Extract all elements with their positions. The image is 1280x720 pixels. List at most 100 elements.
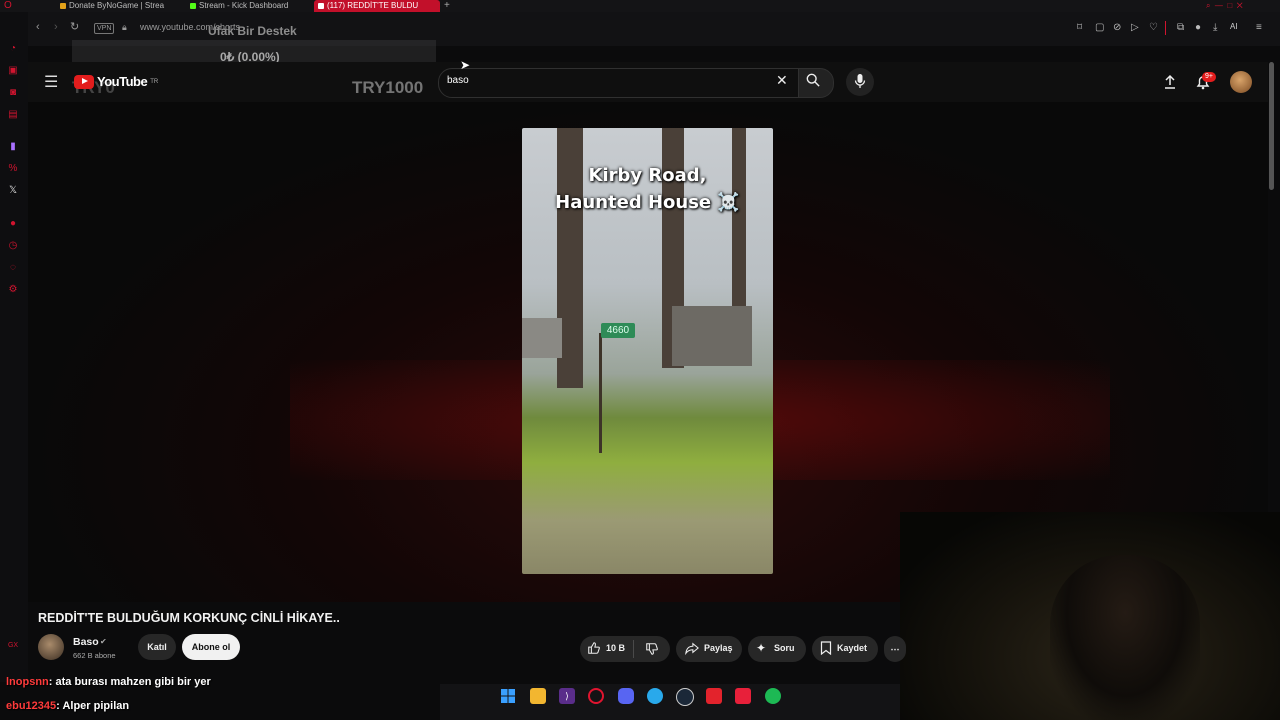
search-icon[interactable] [806, 73, 820, 87]
steam-icon[interactable] [676, 688, 694, 706]
hamburger-menu-icon[interactable]: ☰ [44, 72, 58, 92]
ai-button[interactable]: AI [1230, 22, 1238, 31]
haunted-house [672, 306, 752, 366]
back-icon[interactable]: ‹ [36, 20, 40, 34]
ask-label[interactable]: Soru [774, 643, 795, 653]
chat-username: ebu12345 [6, 700, 57, 712]
download-icon[interactable]: ⤓ [1213, 22, 1217, 33]
chat-username: lnopsnn [6, 676, 49, 688]
donation-goal-max: TRY1000 [352, 78, 424, 97]
search-input[interactable] [438, 68, 800, 98]
tab-label: Stream - Kick Dashboard [199, 1, 289, 10]
browser-tab-donate[interactable]: Donate ByNoGame | Strea [60, 0, 178, 12]
thumbs-up-icon[interactable] [587, 641, 601, 655]
search-input-value[interactable]: baso [447, 75, 469, 86]
video-caption: Kirby Road, Haunted House ☠️ [522, 162, 773, 216]
windows-start-icon[interactable] [500, 688, 516, 704]
more-actions-button[interactable]: ⋯ [884, 636, 906, 662]
toolbar-divider [1165, 21, 1166, 35]
visual-studio-icon[interactable]: ⟩ [559, 688, 575, 704]
heart-icon[interactable]: ♡ [1149, 22, 1158, 33]
music-icon[interactable]: ● [7, 218, 19, 230]
forward-icon[interactable]: › [54, 20, 58, 34]
adblock-icon[interactable]: ⊘ [1113, 22, 1121, 33]
youtube-logo[interactable]: YouTube TR [74, 74, 158, 89]
x-twitter-icon[interactable]: 𝕏 [7, 185, 19, 197]
sparkle-icon: ✦ [756, 641, 767, 655]
opera-gx-icon[interactable] [588, 688, 604, 704]
microphone-icon[interactable] [853, 73, 867, 89]
channel-name[interactable]: Baso [73, 636, 99, 648]
sign-pole [599, 333, 602, 453]
file-explorer-icon[interactable] [530, 688, 546, 704]
house-number-sign: 4660 [601, 323, 635, 338]
thumbs-down-icon[interactable] [645, 642, 659, 656]
chat-message: lnopsnn: ata burası mahzen gibi bir yer [6, 676, 211, 688]
region-code: TR [150, 78, 159, 85]
bag-icon[interactable]: ▣ [7, 65, 19, 77]
caption-line: Haunted House ☠️ [555, 192, 740, 213]
account-avatar[interactable] [1230, 71, 1252, 93]
verified-icon: ✔ [100, 637, 107, 646]
messenger-icon[interactable]: ◙ [7, 87, 19, 99]
discord-icon[interactable] [618, 688, 634, 704]
extensions-icon[interactable]: ⧉ [1177, 22, 1184, 33]
chat-text: : Alper pipilan [56, 700, 130, 712]
subscriber-count: 662 B abone [73, 651, 116, 660]
snapshot-icon[interactable]: ▢ [1095, 22, 1104, 33]
video-title: REDDİT'TE BULDUĞUM KORKUNÇ CİNLİ HİKAYE.… [38, 611, 340, 625]
youtube-play-icon [74, 74, 94, 89]
spotify-icon[interactable] [765, 688, 781, 704]
background-house [522, 318, 562, 358]
browser-tab-kick[interactable]: Stream - Kick Dashboard [190, 0, 302, 12]
tab-favicon [60, 3, 66, 9]
chat-message: ebu12345: Alper pipilan [6, 700, 129, 712]
window-controls[interactable]: ⌕ — □ ✕ [1206, 0, 1243, 12]
tab-label: Donate ByNoGame | Strea [69, 1, 165, 10]
bookmark-save-icon [820, 641, 832, 655]
valorant-icon[interactable] [735, 688, 751, 704]
streamer-silhouette [1050, 555, 1200, 720]
like-count[interactable]: 10 B [606, 643, 625, 653]
vpn-badge[interactable]: VPN [94, 23, 115, 34]
caption-line: Kirby Road, [588, 165, 707, 186]
channel-avatar[interactable] [38, 634, 64, 660]
shorts-video[interactable]: 4660 Kirby Road, Haunted House ☠️ [522, 128, 773, 574]
history-icon[interactable]: ◔ [7, 43, 19, 55]
new-tab-button[interactable]: + [444, 0, 450, 12]
riot-icon[interactable] [706, 688, 722, 704]
mouse-cursor-icon: ➤ [460, 58, 471, 72]
share-label[interactable]: Paylaş [704, 643, 733, 653]
twitch-icon[interactable]: ▮ [7, 141, 19, 153]
like-divider [633, 640, 634, 658]
settings-icon[interactable]: ⚙ [7, 284, 19, 296]
upload-icon[interactable] [1163, 74, 1177, 90]
tab-label: (117) REDDİT'TE BULDU [327, 1, 419, 10]
donation-title: Ufak Bir Destek [208, 24, 297, 38]
menu-icon[interactable]: ≡ [1256, 22, 1262, 33]
share-icon [685, 642, 699, 655]
tab-favicon [318, 3, 324, 9]
chat-icon[interactable]: ◌ [7, 262, 19, 274]
reload-icon[interactable]: ↻ [70, 20, 79, 34]
opera-logo[interactable]: O [4, 0, 12, 12]
profile-icon[interactable]: ● [1195, 22, 1201, 33]
telegram-icon[interactable] [647, 688, 663, 704]
gx-icon[interactable]: GX [7, 640, 19, 652]
join-button[interactable]: Katıl [138, 634, 176, 660]
clear-search-icon[interactable]: ✕ [776, 72, 788, 89]
chat-text: : ata burası mahzen gibi bir yer [48, 676, 211, 688]
page-scrollbar[interactable] [1269, 62, 1274, 190]
browser-tab-youtube-active[interactable]: (117) REDDİT'TE BULDU [314, 0, 440, 12]
save-label[interactable]: Kaydet [837, 643, 867, 653]
youtube-logo-text: YouTube [97, 74, 148, 89]
clock-icon[interactable]: ◷ [7, 240, 19, 252]
bookmark-icon[interactable]: ⌑ [1077, 22, 1082, 33]
percent-icon[interactable]: % [7, 163, 19, 175]
notification-count-badge: 9+ [1202, 72, 1216, 82]
tab-favicon [190, 3, 196, 9]
lock-icon[interactable]: 🔒︎ [122, 20, 127, 34]
player-icon[interactable]: ▷ [1131, 22, 1139, 33]
mail-icon[interactable]: ▤ [7, 109, 19, 121]
subscribe-button[interactable]: Abone ol [182, 634, 240, 660]
